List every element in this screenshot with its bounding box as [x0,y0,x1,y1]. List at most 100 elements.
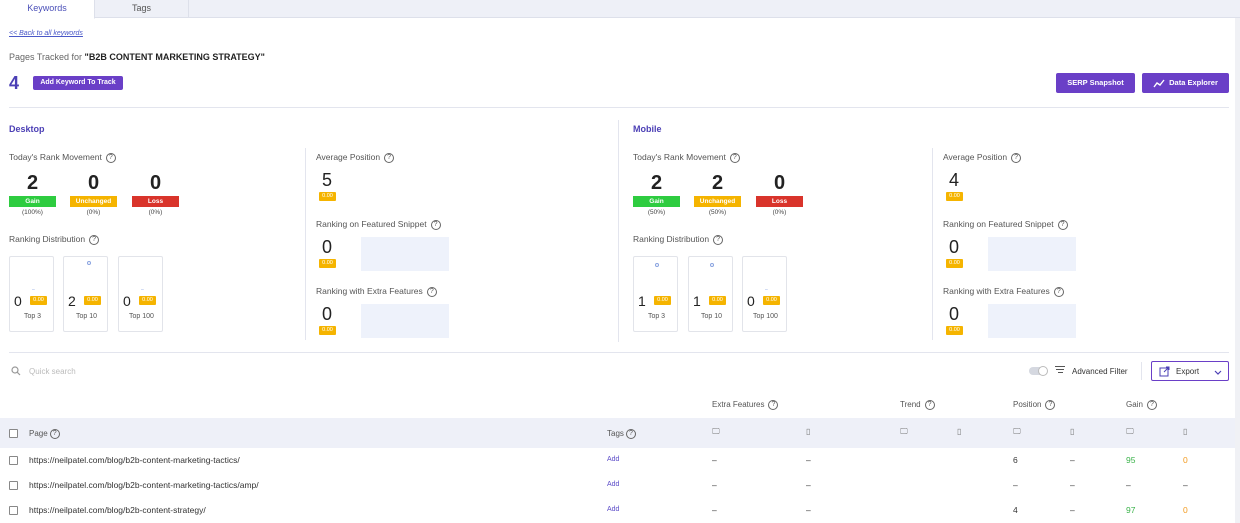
zero-badge: 0.00 [319,259,336,268]
help-icon[interactable]: ? [1045,400,1056,410]
add-tag-link[interactable]: Add [607,456,619,463]
extra-features-mobile: – [806,480,811,490]
desktop-featured-snippet-label: Ranking on Featured Snippet? [316,219,441,230]
search-input[interactable]: Quick search [9,364,309,378]
help-icon[interactable]: ? [49,429,60,439]
desktop-extra-features-value: 0 [322,304,333,324]
extra-features-desktop: – [712,455,717,465]
zero-badge: 0.00 [139,296,156,305]
serp-snapshot-button[interactable]: SERP Snapshot [1056,73,1135,93]
help-icon[interactable]: ? [1057,219,1068,230]
desktop-extra-features-label: Ranking with Extra Features? [316,286,437,297]
help-icon[interactable]: ? [430,219,441,230]
help-icon[interactable]: ? [105,152,116,163]
mobile-icon: ▯ [806,427,811,436]
add-tag-link[interactable]: Add [607,506,619,513]
filter-toggle[interactable] [1029,366,1048,376]
help-icon[interactable]: ? [768,400,779,410]
gain-header: Gain [1126,400,1143,410]
help-icon[interactable]: ? [713,234,724,245]
help-icon[interactable]: ? [1053,286,1064,297]
zero-badge: 0.00 [946,326,963,335]
help-icon[interactable]: ? [384,152,395,163]
table-column-header: Page? Tags? 🖵 ▯ 🖵 ▯ 🖵 ▯ 🖵 ▯ [0,418,1240,448]
zero-badge: 0.00 [946,259,963,268]
col-tags[interactable]: Tags? [607,429,636,439]
page-url[interactable]: https://neilpatel.com/blog/b2b-content-s… [29,505,206,515]
tab-bar: Keywords Tags [0,0,1240,19]
mobile-top100-box: – 0 0.00 Top 100 [742,256,787,332]
extra-features-mobile: – [806,505,811,515]
tab-tags[interactable]: Tags [95,0,189,18]
unchanged-pill: Unchanged [694,196,741,207]
table-row[interactable]: https://neilpatel.com/blog/b2b-content-m… [0,473,1240,498]
row-checkbox[interactable] [9,506,18,515]
help-icon[interactable]: ? [1146,400,1157,410]
desktop-gain-count: 2 [26,172,39,194]
ranking-distribution-text: Ranking Distribution [633,234,710,244]
desktop-top10-value: 2 [68,293,76,309]
rank-movement-text: Today's Rank Movement [9,152,102,162]
col-trend: Trend? [900,400,935,410]
mobile-gain-count: 2 [650,172,663,194]
extra-features-text: Ranking with Extra Features [316,286,423,296]
help-icon[interactable]: ? [426,286,437,297]
add-keyword-button[interactable]: Add Keyword To Track [33,76,123,90]
mobile-title: Mobile [633,124,662,134]
desktop-average-position-value: 5 [322,170,333,190]
mobile-unchanged-pct: (50%) [708,209,727,216]
select-all-checkbox[interactable] [9,429,18,438]
toggle-knob [1038,366,1048,376]
trend-header: Trend [900,400,921,410]
help-icon[interactable]: ? [1011,152,1022,163]
desktop-top100-value: 0 [123,293,131,309]
help-icon[interactable]: ? [625,429,636,439]
position-mobile: – [1070,455,1075,465]
rank-movement-text: Today's Rank Movement [633,152,726,162]
top10-label: Top 10 [700,313,723,320]
desktop-rank-movement-label: Today's Rank Movement? [9,152,116,163]
featured-snippet-sparkline [988,237,1076,271]
help-icon[interactable]: ? [729,152,740,163]
trend-chart-icon [1153,79,1165,87]
zero-badge: 0.00 [30,296,47,305]
gain-desktop: – [1126,480,1131,490]
add-tag-link[interactable]: Add [607,481,619,488]
mobile-rank-movement-label: Today's Rank Movement? [633,152,740,163]
col-page[interactable]: Page? [29,429,60,439]
position-mobile: – [1070,480,1075,490]
mobile-extra-features-value: 0 [949,304,960,324]
data-explorer-button[interactable]: Data Explorer [1142,73,1229,93]
zero-badge: 0.00 [319,192,336,201]
back-link[interactable]: << Back to all keywords [9,30,83,37]
export-button[interactable]: Export [1151,361,1229,381]
mobile-unchanged-count: 2 [711,172,724,194]
export-icon [1159,366,1170,377]
page-url[interactable]: https://neilpatel.com/blog/b2b-content-m… [29,480,259,490]
tracked-count: 4 [9,73,20,93]
help-icon[interactable]: ? [924,400,935,410]
desktop-icon: 🖵 [1126,427,1134,436]
page-url[interactable]: https://neilpatel.com/blog/b2b-content-m… [29,455,240,465]
extra-features-sparkline [988,304,1076,338]
scrollbar[interactable] [1235,18,1240,523]
mobile-top3-value: 1 [638,293,646,309]
help-icon[interactable]: ? [89,234,100,245]
mobile-ranking-distribution-label: Ranking Distribution? [633,234,724,245]
table-row[interactable]: https://neilpatel.com/blog/b2b-content-s… [0,498,1240,523]
zero-badge: 0.00 [763,296,780,305]
average-position-text: Average Position [943,152,1008,162]
advanced-filter-button[interactable]: Advanced Filter [1072,367,1128,376]
mobile-column-divider [932,148,933,340]
top100-label: Top 100 [753,313,778,320]
search-icon [11,366,21,376]
row-checkbox[interactable] [9,481,18,490]
top3-label: Top 3 [23,313,42,320]
export-label: Export [1176,367,1200,376]
top100-label: Top 100 [129,313,154,320]
row-checkbox[interactable] [9,456,18,465]
desktop-top10-box: 2 0.00 Top 10 [63,256,108,332]
table-row[interactable]: https://neilpatel.com/blog/b2b-content-m… [0,448,1240,473]
tab-keywords[interactable]: Keywords [0,0,95,19]
gain-mobile: – [1183,480,1188,490]
